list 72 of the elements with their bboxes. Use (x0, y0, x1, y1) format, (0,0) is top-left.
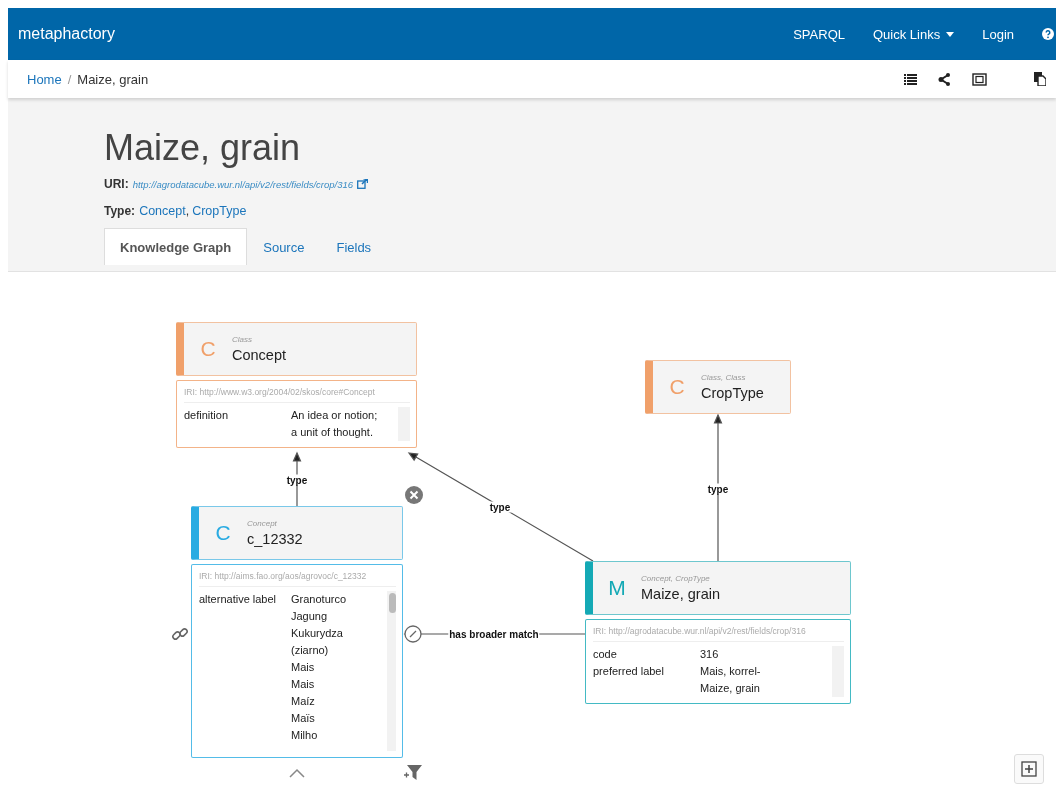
edge-label: type (706, 483, 730, 495)
plus-box-icon (1021, 761, 1037, 777)
property-value: Milho (291, 728, 319, 743)
node-letter: C (199, 337, 217, 361)
property-name: definition (184, 408, 230, 423)
brand-link[interactable]: metaphactory (18, 25, 115, 43)
node-card[interactable]: C Concept c_12332 (191, 506, 403, 560)
node-iri: IRI: http://agrodatacube.wur.nl/api/v2/rest/fields/crop/316 (593, 626, 844, 642)
type-link[interactable]: Concept (139, 204, 186, 218)
node-iri: IRI: http://www.w3.org/2004/02/skos/core#Concept (184, 387, 410, 403)
property-name: preferred label (593, 664, 665, 679)
tab[interactable]: Source (247, 228, 321, 265)
filter-icon[interactable] (404, 765, 422, 781)
remove-icon[interactable] (405, 486, 423, 504)
property-value: Maize, grain (700, 681, 761, 696)
node-card[interactable]: C Class, Class CropType (645, 360, 791, 414)
edge-label: type (488, 501, 512, 513)
type-label: Type: (104, 204, 136, 218)
node-label: Maize, grain (641, 586, 720, 602)
nav-link[interactable]: Login (982, 26, 1014, 42)
property-value: Maíz (291, 694, 316, 709)
fit-frame-icon[interactable] (972, 72, 987, 86)
property-name: alternative label (199, 592, 278, 607)
node-label: c_12332 (247, 531, 303, 547)
node-letter: C (214, 521, 232, 545)
property-name: code (593, 647, 618, 662)
scrollbar-track[interactable] (387, 591, 396, 751)
caret-icon (946, 31, 955, 37)
expand-button[interactable] (1014, 754, 1044, 784)
copy-icon[interactable] (1034, 72, 1046, 86)
uri-label: URI: (104, 177, 129, 191)
help-icon[interactable] (1042, 28, 1054, 40)
tab[interactable]: Knowledge Graph (104, 228, 248, 265)
quick-links-dropdown[interactable]: Quick Links (873, 26, 955, 42)
edge-label: has broader match (448, 628, 540, 640)
property-value: Jagung (291, 609, 329, 624)
node-types: Concept (247, 519, 277, 528)
property-value: Maïs (291, 711, 316, 726)
tab[interactable]: Fields (320, 228, 388, 265)
property-value: Granoturco (291, 592, 348, 607)
node-types: Class, Class (701, 373, 746, 382)
breadcrumb-separator: / (67, 71, 72, 87)
node-types: Concept, CropType (641, 574, 710, 583)
page-title: Maize, grain (104, 128, 302, 168)
scrollbar-thumb[interactable] (389, 593, 396, 613)
property-value: An idea or notion; a unit of thought. (291, 408, 379, 440)
breadcrumb-current: Maize, grain (77, 71, 149, 87)
property-value: Mais (291, 677, 316, 692)
type-separator: , (185, 204, 190, 218)
nav-link[interactable]: SPARQL (793, 26, 845, 42)
caret-up-icon[interactable] (289, 768, 305, 778)
node-card[interactable]: M Concept, CropType Maize, grain (585, 561, 851, 615)
link-icon[interactable] (171, 625, 189, 643)
node-letter: C (668, 375, 686, 399)
external-link-icon[interactable] (357, 179, 369, 189)
breadcrumb-link[interactable]: Home (27, 71, 62, 87)
list-icon[interactable] (904, 73, 917, 85)
property-value: Kukurydza (ziarno) (291, 626, 344, 658)
node-card[interactable]: C Class Concept (176, 322, 417, 376)
edge-label: type (285, 474, 309, 486)
node-letter: M (607, 576, 627, 600)
share-icon[interactable] (938, 72, 951, 86)
node-label: Concept (232, 347, 286, 363)
edge-handle-icon[interactable] (404, 625, 422, 643)
property-value: Mais (291, 660, 316, 675)
node-label: CropType (701, 385, 764, 401)
uri-link[interactable]: http://agrodatacube.wur.nl/api/v2/rest/fields/crop/316 (132, 178, 354, 190)
property-value: Mais, korrel- (700, 664, 762, 679)
node-iri: IRI: http://aims.fao.org/aos/agrovoc/c_12332 (199, 571, 396, 587)
node-types: Class (232, 335, 252, 344)
property-value: 316 (700, 647, 720, 662)
type-link[interactable]: CropType (192, 204, 247, 218)
